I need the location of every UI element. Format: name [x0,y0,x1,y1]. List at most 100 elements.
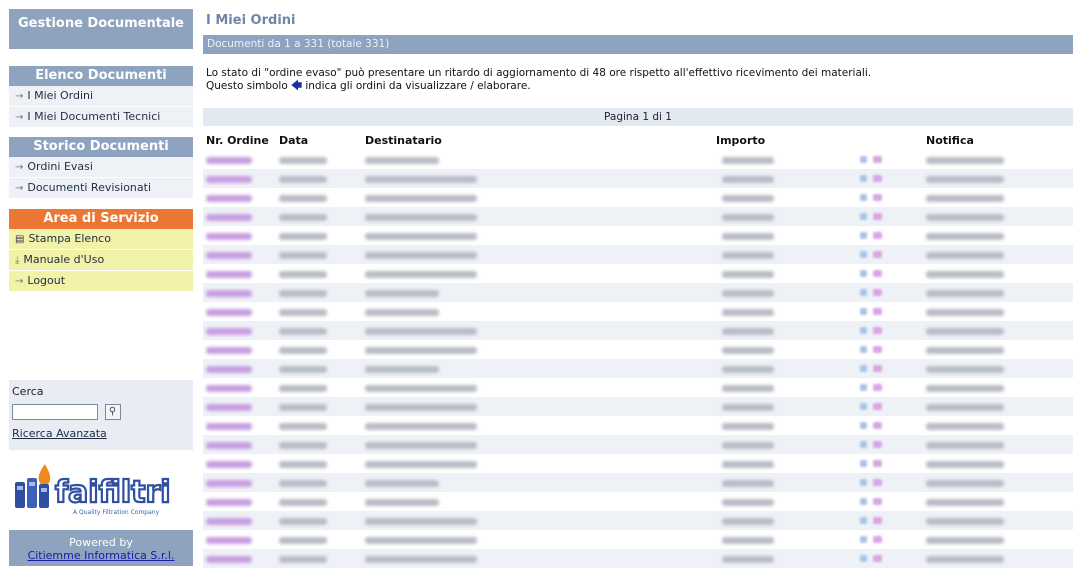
document-icon[interactable] [873,403,882,411]
manuale-uso-link[interactable]: ⤓ Manuale d'Uso [9,250,193,271]
document-icon[interactable] [873,156,882,164]
document-icon[interactable] [873,498,882,506]
order-number-cell[interactable] [203,473,276,492]
edit-icon[interactable] [860,346,867,354]
edit-icon[interactable] [860,156,867,164]
edit-icon[interactable] [860,270,867,278]
sidebar-item-ordini-evasi[interactable]: → Ordini Evasi [9,157,193,178]
edit-icon[interactable] [860,403,867,411]
order-number-cell[interactable] [203,530,276,549]
order-number-cell[interactable] [203,549,276,568]
document-icon[interactable] [873,213,882,221]
table-row[interactable] [203,264,1073,283]
document-icon[interactable] [873,232,882,240]
document-icon[interactable] [873,194,882,202]
document-icon[interactable] [873,422,882,430]
document-icon[interactable] [873,517,882,525]
order-number-cell[interactable] [203,150,276,169]
document-icon[interactable] [873,441,882,449]
table-row[interactable] [203,150,1073,169]
col-data[interactable]: Data [276,130,362,150]
table-row[interactable] [203,321,1073,340]
sidebar-item-documenti-tecnici[interactable]: → I Miei Documenti Tecnici [9,107,193,128]
table-row[interactable] [203,416,1073,435]
table-row[interactable] [203,530,1073,549]
edit-icon[interactable] [860,498,867,506]
col-destinatario[interactable]: Destinatario [362,130,713,150]
edit-icon[interactable] [860,555,867,563]
edit-icon[interactable] [860,460,867,468]
edit-icon[interactable] [860,175,867,183]
edit-icon[interactable] [860,441,867,449]
order-number-cell[interactable] [203,245,276,264]
document-icon[interactable] [873,536,882,544]
edit-icon[interactable] [860,479,867,487]
order-number-cell[interactable] [203,492,276,511]
order-number-cell[interactable] [203,397,276,416]
order-number-cell[interactable] [203,169,276,188]
document-icon[interactable] [873,346,882,354]
table-row[interactable] [203,226,1073,245]
table-row[interactable] [203,454,1073,473]
document-icon[interactable] [873,270,882,278]
order-number-cell[interactable] [203,283,276,302]
edit-icon[interactable] [860,213,867,221]
document-icon[interactable] [873,289,882,297]
advanced-search-link[interactable]: Ricerca Avanzata [12,427,190,440]
table-row[interactable] [203,283,1073,302]
order-number-cell[interactable] [203,321,276,340]
edit-icon[interactable] [860,232,867,240]
document-icon[interactable] [873,175,882,183]
order-number-cell[interactable] [203,454,276,473]
table-row[interactable] [203,473,1073,492]
table-row[interactable] [203,169,1073,188]
table-row[interactable] [203,435,1073,454]
table-row[interactable] [203,207,1073,226]
edit-icon[interactable] [860,289,867,297]
order-number-cell[interactable] [203,226,276,245]
table-row[interactable] [203,188,1073,207]
table-row[interactable] [203,245,1073,264]
sidebar-item-documenti-revisionati[interactable]: → Documenti Revisionati [9,178,193,199]
document-icon[interactable] [873,555,882,563]
order-number-cell[interactable] [203,359,276,378]
table-row[interactable] [203,302,1073,321]
table-row[interactable] [203,378,1073,397]
edit-icon[interactable] [860,308,867,316]
sidebar-item-miei-ordini[interactable]: → I Miei Ordini [9,86,193,107]
col-importo[interactable]: Importo [713,130,857,150]
col-notifica[interactable]: Notifica [923,130,1073,150]
document-icon[interactable] [873,308,882,316]
logout-link[interactable]: → Logout [9,271,193,292]
order-number-cell[interactable] [203,378,276,397]
col-nr-ordine[interactable]: Nr. Ordine [203,130,276,150]
edit-icon[interactable] [860,251,867,259]
table-row[interactable] [203,397,1073,416]
document-icon[interactable] [873,327,882,335]
document-icon[interactable] [873,365,882,373]
document-icon[interactable] [873,384,882,392]
citiemme-link[interactable]: Citiemme Informatica S.r.l. [28,549,175,562]
document-icon[interactable] [873,460,882,468]
edit-icon[interactable] [860,517,867,525]
order-number-cell[interactable] [203,207,276,226]
document-icon[interactable] [873,479,882,487]
table-row[interactable] [203,340,1073,359]
stampa-elenco-link[interactable]: ▤ Stampa Elenco [9,229,193,250]
search-input[interactable] [12,404,98,420]
edit-icon[interactable] [860,422,867,430]
table-row[interactable] [203,359,1073,378]
order-number-cell[interactable] [203,511,276,530]
edit-icon[interactable] [860,327,867,335]
edit-icon[interactable] [860,384,867,392]
order-number-cell[interactable] [203,264,276,283]
table-row[interactable] [203,511,1073,530]
order-number-cell[interactable] [203,435,276,454]
search-button[interactable]: ⚲ [104,404,121,420]
order-number-cell[interactable] [203,340,276,359]
edit-icon[interactable] [860,536,867,544]
table-row[interactable] [203,549,1073,568]
edit-icon[interactable] [860,194,867,202]
table-row[interactable] [203,492,1073,511]
order-number-cell[interactable] [203,416,276,435]
